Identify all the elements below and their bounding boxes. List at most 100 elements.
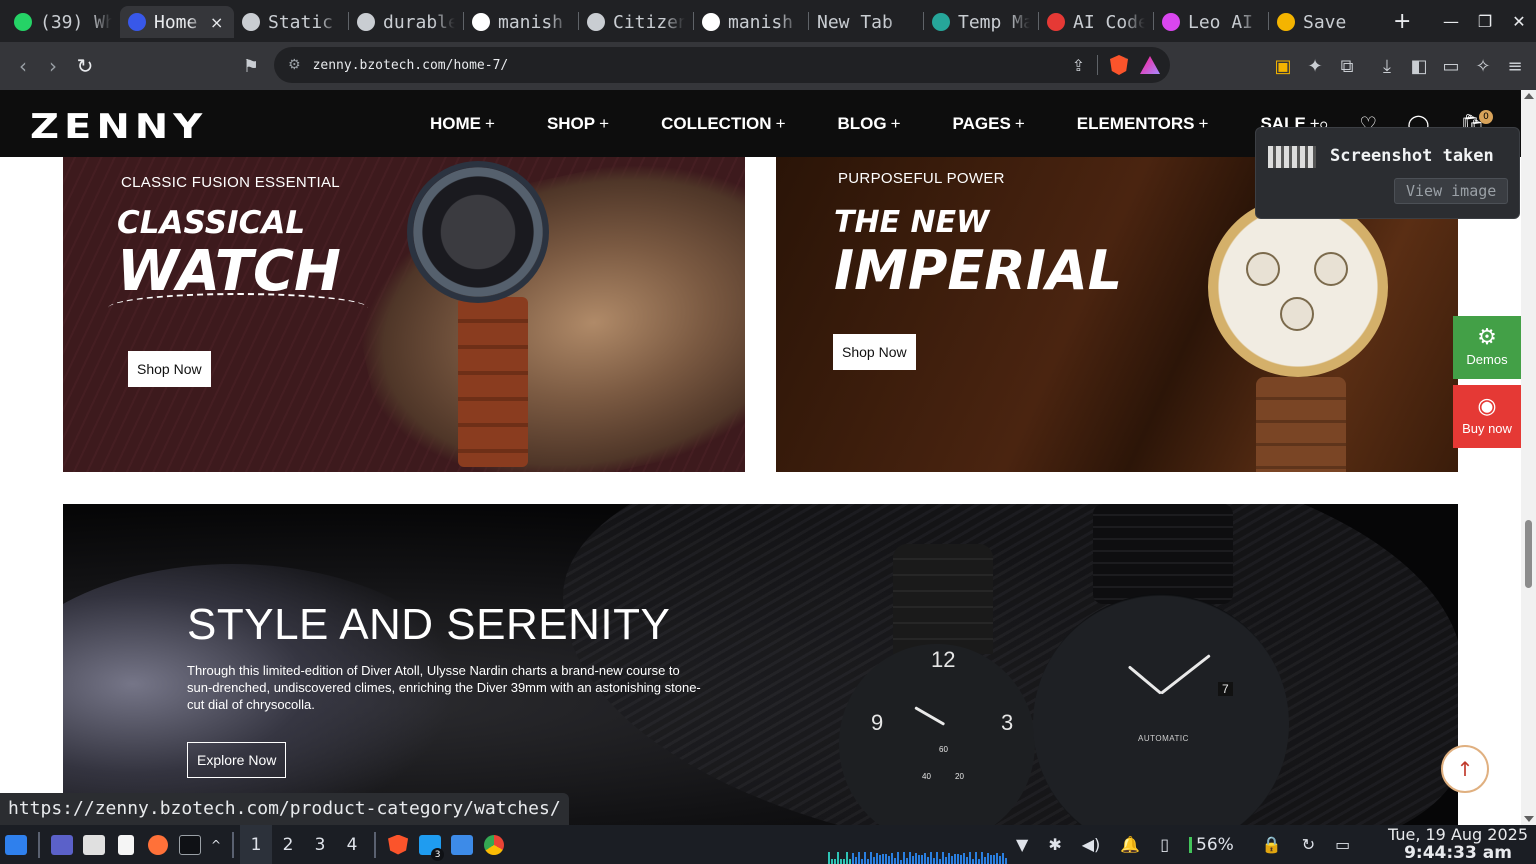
workspace-1[interactable]: 1 xyxy=(240,825,273,864)
demos-widget[interactable]: ⚙ Demos xyxy=(1453,316,1521,379)
buy-now-widget[interactable]: ◉ Buy now xyxy=(1453,385,1521,448)
display-icon[interactable]: ▭ xyxy=(1335,835,1350,854)
browser-tab[interactable]: manish xyxy=(464,6,578,38)
graph-bar xyxy=(942,852,944,864)
nav-item-elementors[interactable]: ELEMENTORS + xyxy=(1077,114,1209,134)
reload-icon[interactable]: ↻ xyxy=(70,51,100,81)
nav-item-home[interactable]: HOME + xyxy=(430,114,495,134)
nav-label: BLOG xyxy=(837,113,887,133)
sidebar-icon[interactable]: ◧ xyxy=(1408,56,1430,77)
menu-icon[interactable]: ≡ xyxy=(1504,56,1526,77)
chrome-icon[interactable] xyxy=(478,825,510,864)
graph-bar xyxy=(846,852,848,864)
shop-now-button[interactable]: Shop Now xyxy=(128,351,211,387)
wallet-icon[interactable]: ▭ xyxy=(1440,56,1462,77)
browser-tab[interactable]: manish xyxy=(694,6,808,38)
graph-bar xyxy=(918,855,920,864)
browser-tab[interactable]: Temp Mail xyxy=(924,6,1038,38)
graph-bar xyxy=(960,855,962,864)
battery-indicator[interactable]: 56% xyxy=(1189,835,1234,855)
view-image-button[interactable]: View image xyxy=(1394,178,1509,204)
workspace-3[interactable]: 3 xyxy=(304,825,336,864)
clipboard-icon[interactable]: ▯ xyxy=(1160,835,1169,854)
browser-tab[interactable]: New Tab xyxy=(809,6,923,38)
plus-icon: + xyxy=(485,113,495,133)
browser-tab[interactable]: AI Code xyxy=(1039,6,1153,38)
browser-tab[interactable]: (39) WhatsApp xyxy=(6,6,120,38)
shop-now-button[interactable]: Shop Now xyxy=(833,334,916,370)
new-tab-button[interactable]: + xyxy=(1393,9,1411,34)
nav-item-collection[interactable]: COLLECTION + xyxy=(661,114,785,134)
start-menu-icon[interactable] xyxy=(0,825,32,864)
lock-icon[interactable]: 🔒 xyxy=(1262,835,1282,854)
refresh-icon[interactable]: ↻ xyxy=(1302,835,1315,854)
terminal-icon[interactable] xyxy=(174,825,206,864)
browser-tab[interactable]: Home × xyxy=(120,6,234,38)
firefox-icon[interactable] xyxy=(142,825,174,864)
tab-title: AI Code xyxy=(1073,11,1145,33)
banner-classical-watch[interactable]: CLASSIC FUSION ESSENTIAL CLASSICAL WATCH… xyxy=(63,157,745,472)
leather-strap-image xyxy=(458,297,528,467)
forward-icon[interactable]: › xyxy=(38,51,68,81)
close-window-icon[interactable]: ✕ xyxy=(1502,12,1536,31)
explore-now-button[interactable]: Explore Now xyxy=(187,742,287,778)
notification-bell-icon[interactable]: 🔔 xyxy=(1120,835,1140,854)
text-editor-icon[interactable] xyxy=(110,825,142,864)
scroll-down-arrow[interactable] xyxy=(1524,816,1534,822)
chevron-up-icon[interactable]: ^ xyxy=(206,825,226,864)
driftwood-image xyxy=(336,157,745,472)
site-logo[interactable]: ZENNY xyxy=(30,107,207,146)
scroll-to-top-button[interactable]: ↑ xyxy=(1441,745,1489,793)
browser-tab[interactable]: Leo AI xyxy=(1154,6,1268,38)
tab-title: Save xyxy=(1303,11,1347,33)
clock[interactable]: Tue, 19 Aug 2025 9:44:33 am xyxy=(1382,826,1534,863)
banner-style-and-serenity: 12 9 3 60 40 20 7 AUTOMATIC STYLE AND SE… xyxy=(63,504,1458,825)
browser-tab[interactable]: Citizen xyxy=(579,6,693,38)
folder-icon[interactable] xyxy=(446,825,478,864)
site-info-icon[interactable]: ⚙ xyxy=(288,57,301,73)
share-icon[interactable]: ⇪ xyxy=(1072,56,1085,75)
graph-bar xyxy=(900,860,902,864)
vscode-icon[interactable]: 3 xyxy=(414,825,446,864)
battery-percent: 56% xyxy=(1196,834,1234,855)
close-tab-icon[interactable]: × xyxy=(210,13,226,32)
file-manager-icon[interactable] xyxy=(78,825,110,864)
banner-eyebrow: PURPOSEFUL POWER xyxy=(838,170,1005,187)
minimize-icon[interactable]: — xyxy=(1434,12,1468,31)
back-icon[interactable]: ‹ xyxy=(8,51,38,81)
volume-icon[interactable]: ◀) xyxy=(1082,835,1101,854)
browser-tab[interactable]: Save xyxy=(1269,6,1383,38)
nav-item-shop[interactable]: SHOP + xyxy=(547,114,609,134)
brave-rewards-icon[interactable]: 1 xyxy=(1140,56,1160,74)
download-icon[interactable]: ⤓ xyxy=(1376,56,1398,77)
nav-item-pages[interactable]: PAGES + xyxy=(953,114,1025,134)
maximize-icon[interactable]: ❐ xyxy=(1468,12,1502,31)
wifi-icon[interactable]: ▼ xyxy=(1016,835,1028,854)
workspace-4[interactable]: 4 xyxy=(336,825,368,864)
bookmark-icon[interactable]: ⚑ xyxy=(236,51,266,81)
graph-bar xyxy=(873,857,875,864)
watch-strap-image xyxy=(1093,504,1233,604)
screenshot-thumbnail[interactable] xyxy=(1268,146,1316,168)
puzzle-icon[interactable]: ✦ xyxy=(1304,56,1326,77)
watch-strap-image xyxy=(893,544,993,654)
demos-label: Demos xyxy=(1466,352,1508,367)
screenshot-icon[interactable]: ⧉ xyxy=(1336,56,1358,77)
extension-icon[interactable]: ▣ xyxy=(1272,56,1294,77)
leo-sparkle-icon[interactable]: ✧ xyxy=(1472,56,1494,77)
page-scrollbar[interactable] xyxy=(1521,90,1536,825)
brave-shields-icon[interactable]: 20 xyxy=(1110,55,1128,75)
browser-tab[interactable]: Static xyxy=(234,6,348,38)
graph-bar xyxy=(861,859,863,864)
workspace-2[interactable]: 2 xyxy=(272,825,304,864)
nav-item-blog[interactable]: BLOG + xyxy=(838,114,901,134)
browser-tab[interactable]: durable xyxy=(349,6,463,38)
openai-icon xyxy=(242,13,260,31)
desktop-icon[interactable] xyxy=(46,825,78,864)
brave-icon[interactable] xyxy=(382,825,414,864)
scroll-thumb[interactable] xyxy=(1525,520,1532,588)
scroll-up-arrow[interactable] xyxy=(1524,93,1534,99)
bluetooth-icon[interactable]: ✱ xyxy=(1048,835,1061,854)
url-text[interactable]: zenny.bzotech.com/home-7/ xyxy=(313,58,509,73)
address-bar[interactable]: ⚙ zenny.bzotech.com/home-7/ ⇪ 20 1 xyxy=(274,47,1170,83)
